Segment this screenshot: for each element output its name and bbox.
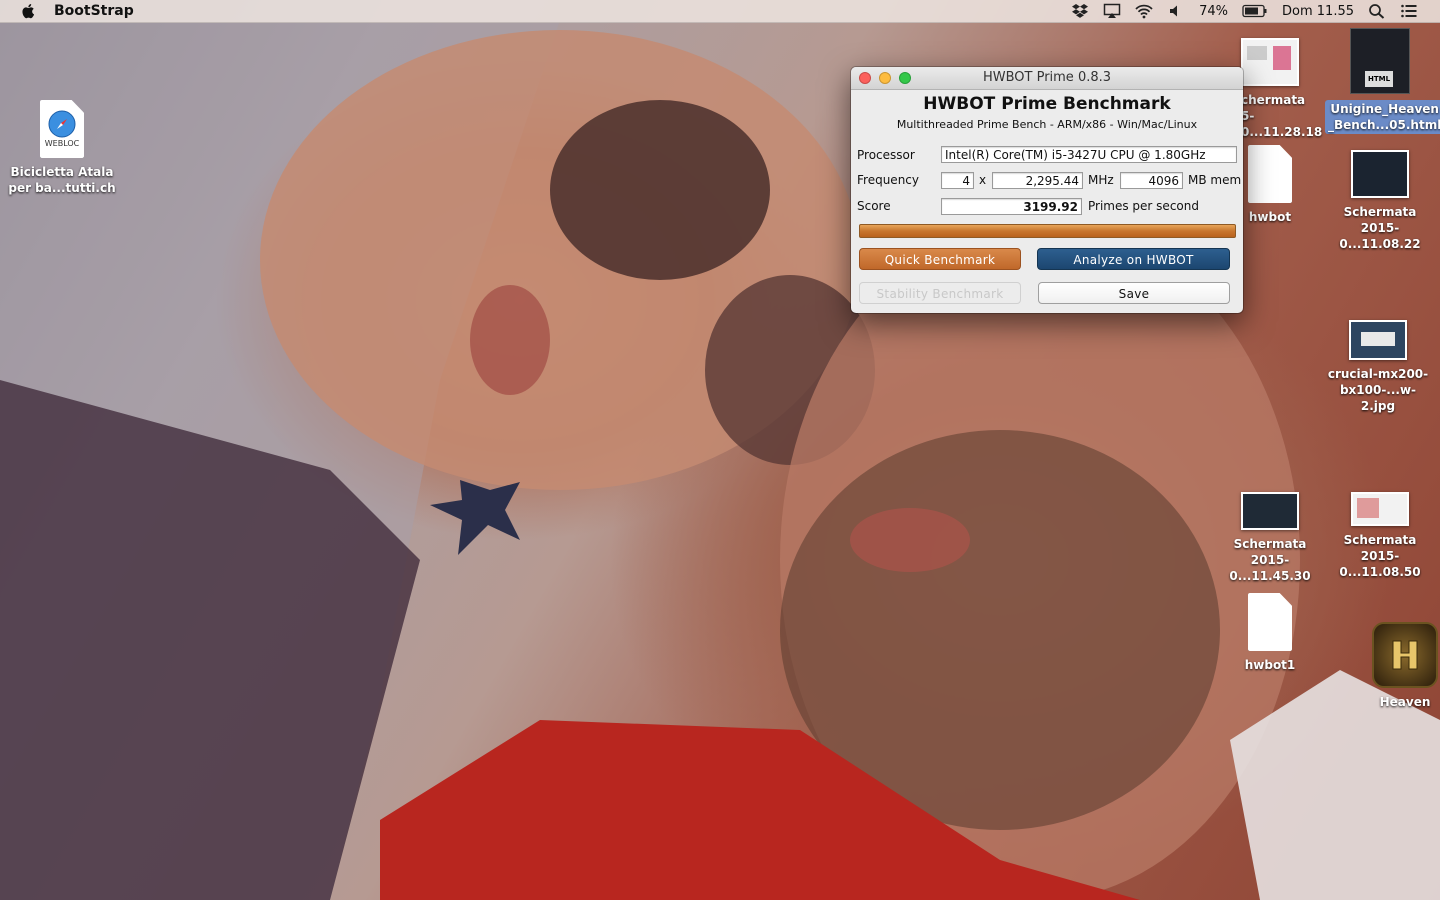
cores-field[interactable]: 4: [941, 172, 974, 189]
frequency-field[interactable]: 2,295.44: [992, 172, 1083, 189]
score-unit: Primes per second: [1088, 199, 1199, 213]
screenshot-thumbnail: [1351, 492, 1409, 526]
processor-field[interactable]: Intel(R) Core(TM) i5-3427U CPU @ 1.80GHz: [941, 146, 1237, 163]
hwbot-prime-window: HWBOT Prime 0.8.3 HWBOT Prime Benchmark …: [851, 67, 1243, 313]
desktop-icon-hwbot1[interactable]: hwbot1: [1215, 593, 1325, 673]
desktop-icon-webloc[interactable]: WEBLOC Bicicletta Atala per ba...tutti.c…: [7, 100, 117, 196]
desktop-icon-screenshot[interactable]: Schermata 2015-0...11.08.50: [1325, 492, 1435, 580]
screenshot-thumbnail: [1351, 150, 1409, 198]
html-badge: HTML: [1365, 71, 1394, 87]
volume-icon[interactable]: [1167, 3, 1185, 19]
desktop-icon-label: Schermata 2015-0...11.08.50: [1339, 533, 1421, 579]
airplay-icon[interactable]: [1103, 3, 1121, 19]
heaven-app-icon: [1372, 622, 1438, 688]
menubar-clock[interactable]: Dom 11.55: [1282, 4, 1354, 19]
score-label: Score: [857, 199, 891, 213]
notification-center-icon[interactable]: [1400, 3, 1418, 19]
stability-benchmark-button[interactable]: Stability Benchmark: [859, 282, 1021, 304]
apple-icon[interactable]: [20, 2, 38, 20]
html-file-icon: HTML: [1350, 28, 1410, 94]
battery-icon[interactable]: [1242, 4, 1268, 18]
window-controls: [859, 72, 911, 84]
app-subtitle: Multithreaded Prime Bench - ARM/x86 - Wi…: [896, 118, 1198, 131]
wifi-icon[interactable]: [1135, 3, 1153, 19]
window-titlebar[interactable]: HWBOT Prime 0.8.3: [851, 67, 1243, 90]
desktop-icon-jpg[interactable]: crucial-mx200- bx100-...w-2.jpg: [1323, 320, 1433, 414]
zoom-icon[interactable]: [899, 72, 911, 84]
app-heading: HWBOT Prime Benchmark: [923, 94, 1171, 114]
window-content: HWBOT Prime Benchmark Multithreaded Prim…: [851, 90, 1243, 313]
document-icon: [1248, 145, 1292, 203]
memory-field[interactable]: 4096: [1120, 172, 1183, 189]
frequency-label: Frequency: [857, 173, 919, 187]
window-title: HWBOT Prime 0.8.3: [982, 70, 1112, 85]
dropbox-icon[interactable]: [1071, 3, 1089, 19]
webloc-badge: WEBLOC: [44, 139, 80, 148]
document-icon: [1248, 593, 1292, 651]
desktop-icon-label: Schermata 2015-0...11.08.22: [1339, 205, 1421, 251]
webloc-file-icon: WEBLOC: [40, 100, 84, 158]
desktop-icon-label: Schermata 2015-0...11.45.30: [1229, 537, 1311, 583]
desktop-icon-label: Unigine_Heaven _Bench...05.html: [1325, 100, 1440, 134]
app-menu-name[interactable]: BootStrap: [54, 3, 134, 19]
image-thumbnail: [1349, 320, 1407, 360]
menu-bar: BootStrap 74% Dom 11.55: [0, 0, 1440, 23]
heaven-logo-icon: [1392, 640, 1418, 670]
memory-unit: MB mem: [1188, 173, 1242, 187]
screenshot-thumbnail: [1241, 38, 1299, 86]
score-field[interactable]: 3199.92: [941, 198, 1082, 215]
desktop-icon-screenshot[interactable]: Schermata 2015-0...11.45.30: [1215, 492, 1325, 584]
desktop-icon-label: crucial-mx200- bx100-...w-2.jpg: [1327, 367, 1429, 413]
benchmark-progress-bar: [859, 224, 1236, 238]
spotlight-icon[interactable]: [1368, 3, 1386, 19]
battery-percent: 74%: [1199, 3, 1229, 19]
desktop-icon-label: hwbot1: [1244, 658, 1296, 672]
desktop-icon-label: Bicicletta Atala per ba...tutti.ch: [8, 165, 116, 195]
quick-benchmark-button[interactable]: Quick Benchmark: [859, 248, 1021, 270]
save-button[interactable]: Save: [1038, 282, 1230, 304]
desktop-icon-screenshot[interactable]: Schermata 2015-0...11.08.22: [1325, 150, 1435, 252]
compass-icon: [48, 110, 76, 138]
desktop-icon-label: Heaven: [1379, 695, 1431, 709]
mhz-unit: MHz: [1088, 173, 1114, 187]
analyze-on-hwbot-button[interactable]: Analyze on HWBOT: [1037, 248, 1230, 270]
desktop-icon-html[interactable]: HTML Unigine_Heaven _Bench...05.html: [1325, 28, 1440, 134]
desktop-icon-heaven[interactable]: Heaven: [1350, 622, 1440, 710]
status-area: 74% Dom 11.55: [1071, 0, 1418, 22]
minimize-icon[interactable]: [879, 72, 891, 84]
times-label: x: [979, 173, 987, 187]
processor-label: Processor: [857, 148, 915, 162]
screenshot-thumbnail: [1241, 492, 1299, 530]
close-icon[interactable]: [859, 72, 871, 84]
